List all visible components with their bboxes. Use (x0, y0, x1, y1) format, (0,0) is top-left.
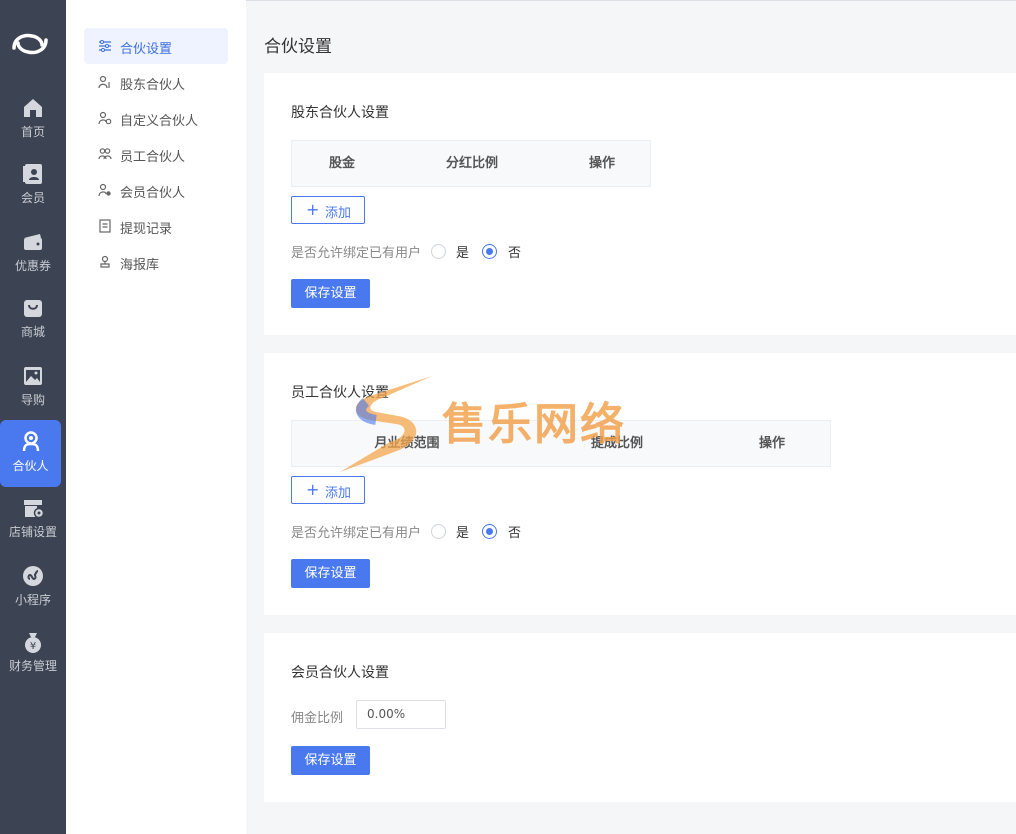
divider (246, 0, 1016, 1)
poster-icon (98, 255, 112, 269)
sliders-icon (98, 39, 112, 53)
nav-item-mini-program[interactable]: 小程序 (0, 564, 66, 628)
add-staff-button[interactable]: + 添加 (291, 476, 365, 504)
nav-item-label: 首页 (20, 125, 45, 139)
sidebar-item-label: 合伙设置 (120, 42, 173, 57)
sidebar-item-partner-settings[interactable]: 合伙设置 (84, 28, 228, 64)
member-card-icon (21, 162, 45, 186)
store-settings-icon (21, 496, 45, 520)
commission-label: 佣金比例 (291, 711, 344, 726)
bind-existing-user-option: 是否允许绑定已有用户 是 否 (291, 521, 551, 541)
nav-item-label: 导购 (20, 393, 45, 407)
sidebar-item-staff-partner[interactable]: 员工合伙人 (84, 136, 228, 172)
member-partner-icon (98, 183, 112, 197)
nav-item-partner[interactable]: 合伙人 (0, 420, 61, 487)
main-content: 合伙设置 股东合伙人设置 股金 分红比例 操作 + 添加 是否允许绑定已有用户 … (246, 0, 1016, 834)
coupon-icon (21, 230, 45, 254)
column-header: 分红比例 (445, 156, 498, 171)
custom-partner-icon (98, 111, 112, 125)
sidebar-item-member-partner[interactable]: 会员合伙人 (84, 172, 228, 208)
radio-no-label: 否 (508, 526, 522, 541)
nav-item-home[interactable]: 首页 (0, 96, 66, 160)
shop-bag-icon (21, 296, 45, 320)
save-settings-button[interactable]: 保存设置 (291, 559, 370, 588)
document-icon (98, 219, 112, 233)
card-title: 会员合伙人设置 (291, 665, 389, 681)
nav-item-label: 优惠券 (14, 259, 51, 273)
secondary-sidebar: 合伙设置 股东合伙人 自定义合伙人 员工合伙人 会员合伙人 提现记录 海报库 (66, 0, 246, 834)
column-header: 月业绩范围 (374, 436, 440, 451)
sidebar-item-label: 提现记录 (120, 222, 173, 237)
staff-table-header: 月业绩范围 提成比例 操作 (291, 420, 831, 467)
sidebar-item-poster-library[interactable]: 海报库 (84, 244, 228, 280)
option-label: 是否允许绑定已有用户 (291, 526, 422, 541)
radio-yes-label: 是 (456, 526, 470, 541)
nav-item-store-settings[interactable]: 店铺设置 (0, 496, 66, 560)
sidebar-item-label: 海报库 (120, 258, 160, 273)
sidebar-item-label: 员工合伙人 (120, 150, 186, 165)
app-logo-icon (8, 26, 52, 60)
nav-item-label: 小程序 (14, 593, 51, 607)
plus-icon: + (306, 480, 320, 499)
image-icon (21, 364, 45, 388)
staff-icon (98, 147, 112, 161)
home-icon (21, 96, 45, 120)
sidebar-item-label: 自定义合伙人 (120, 114, 199, 129)
commission-rate-input[interactable]: 0.00% (356, 700, 446, 729)
nav-item-label: 财务管理 (8, 659, 57, 673)
nav-item-label: 会员 (20, 191, 45, 205)
member-settings-card: 会员合伙人设置 佣金比例 0.00% 保存设置 (264, 633, 1016, 802)
sidebar-item-label: 会员合伙人 (120, 186, 186, 201)
staff-settings-card: 员工合伙人设置 月业绩范围 提成比例 操作 + 添加 是否允许绑定已有用户 是 … (264, 353, 1016, 615)
mini-program-icon (21, 564, 45, 588)
nav-item-mall[interactable]: 商城 (0, 296, 66, 360)
sidebar-item-withdraw-records[interactable]: 提现记录 (84, 208, 228, 244)
bind-existing-user-option: 是否允许绑定已有用户 是 否 (291, 241, 551, 261)
button-label: 添加 (325, 486, 352, 501)
nav-item-guide[interactable]: 导购 (0, 364, 66, 428)
plus-icon: + (306, 200, 320, 219)
card-title: 股东合伙人设置 (291, 105, 389, 121)
commission-rate-row: 佣金比例 0.00% (291, 700, 451, 729)
button-label: 添加 (325, 206, 352, 221)
nav-item-label: 合伙人 (12, 459, 49, 473)
column-header: 操作 (588, 156, 615, 171)
column-header: 股金 (328, 156, 355, 171)
svg-text:¥: ¥ (30, 641, 36, 652)
card-title: 员工合伙人设置 (291, 385, 389, 401)
sidebar-item-label: 股东合伙人 (120, 78, 186, 93)
nav-item-member[interactable]: 会员 (0, 162, 66, 226)
column-header: 提成比例 (590, 436, 643, 451)
column-header: 操作 (758, 436, 785, 451)
shareholder-icon (98, 75, 112, 89)
add-shareholder-button[interactable]: + 添加 (291, 196, 365, 224)
shareholder-table-header: 股金 分红比例 操作 (291, 140, 651, 187)
sidebar-item-custom-partner[interactable]: 自定义合伙人 (84, 100, 228, 136)
radio-no-label: 否 (508, 246, 522, 261)
sidebar-item-shareholder[interactable]: 股东合伙人 (84, 64, 228, 100)
nav-item-finance[interactable]: ¥ 财务管理 (0, 630, 66, 694)
save-settings-button[interactable]: 保存设置 (291, 746, 370, 775)
shareholder-settings-card: 股东合伙人设置 股金 分红比例 操作 + 添加 是否允许绑定已有用户 是 否 保… (264, 73, 1016, 335)
radio-no[interactable] (482, 244, 497, 259)
option-label: 是否允许绑定已有用户 (291, 246, 422, 261)
nav-item-coupon[interactable]: 优惠券 (0, 230, 66, 294)
save-settings-button[interactable]: 保存设置 (291, 279, 370, 308)
radio-yes[interactable] (431, 244, 446, 259)
radio-yes-label: 是 (456, 246, 470, 261)
radio-no[interactable] (482, 524, 497, 539)
radio-yes[interactable] (431, 524, 446, 539)
main-nav: 首页 会员 优惠券 商城 导购 合伙人 店铺设置 小程序 ¥ 财务管理 (0, 0, 66, 834)
partner-icon (19, 430, 43, 454)
page-title: 合伙设置 (264, 37, 332, 57)
nav-item-label: 店铺设置 (8, 525, 57, 539)
nav-item-label: 商城 (20, 325, 45, 339)
finance-icon: ¥ (21, 630, 45, 654)
